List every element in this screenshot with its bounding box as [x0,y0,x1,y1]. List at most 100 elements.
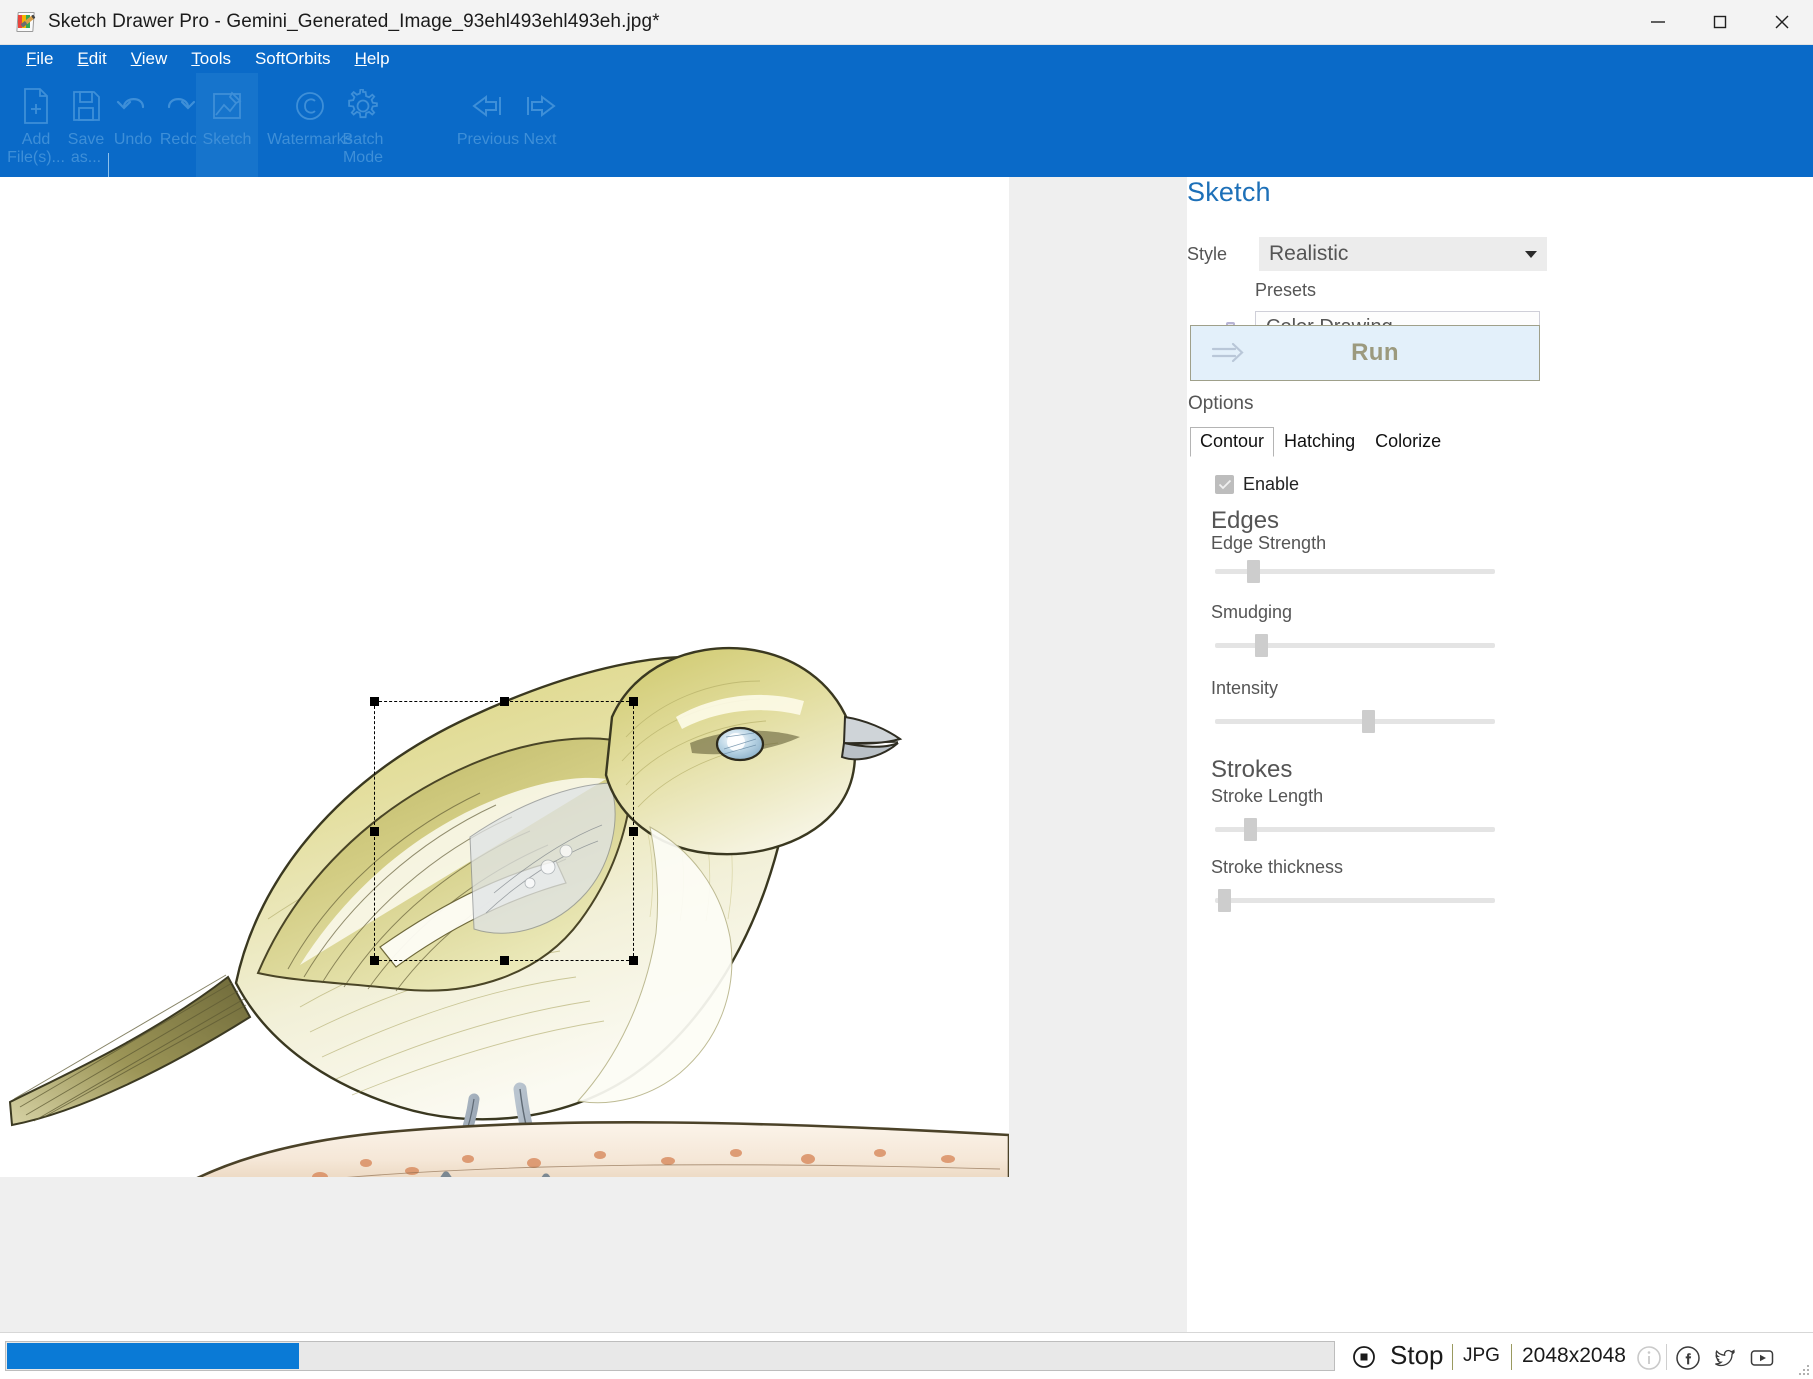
selection-handle-nw[interactable] [370,697,379,706]
window-controls [1627,0,1813,45]
tab-contour[interactable]: Contour [1190,427,1275,457]
slider-stroke-thickness[interactable] [1215,887,1495,913]
add-file-icon [20,83,52,129]
selection-handle-sw[interactable] [370,956,379,965]
menu-item-tools[interactable]: Tools [179,47,243,71]
resize-grip-icon[interactable] [1798,1364,1810,1376]
slider-track [1215,827,1495,832]
enable-checkbox-row[interactable]: Enable [1215,474,1299,495]
save-icon [70,83,102,129]
label-smudging: Smudging [1211,602,1293,622]
toolbar-label-redo: Redo [159,131,199,148]
slider-stroke-length[interactable] [1215,816,1495,842]
panel-title: Sketch [1187,177,1271,207]
info-icon[interactable] [1636,1345,1662,1371]
minimize-icon[interactable] [1627,0,1689,45]
toolbar-button-batch-mode[interactable]: Batch Mode [332,73,394,177]
check-icon [1218,479,1231,490]
toolbar-button-next[interactable]: Next [510,73,570,177]
stop-button-label[interactable]: Stop [1390,1340,1444,1371]
sketch-settings-panel: Sketch Style Realistic Presets Color Dra… [1187,177,1813,1332]
toolbar-button-sketch[interactable]: Sketch [196,73,258,177]
main-toolbar: Add File(s)... Save as... Undo Redo Sket… [0,73,1813,177]
window-title: Sketch Drawer Pro - Gemini_Generated_Ima… [48,11,660,32]
label-edge-strength: Edge Strength [1211,533,1327,553]
run-label: Run [1351,339,1399,366]
redo-icon [161,83,197,129]
sketch-icon [210,83,244,129]
slider-thumb[interactable] [1218,889,1231,912]
slider-intensity[interactable] [1215,708,1495,734]
facebook-icon[interactable] [1675,1345,1701,1371]
statusbar: Stop JPG 2048x2048 [0,1332,1813,1379]
tab-hatching[interactable]: Hatching [1274,427,1365,457]
window-titlebar: Sketch Drawer Pro - Gemini_Generated_Ima… [0,0,1813,45]
statusbar-divider-1 [1452,1344,1453,1370]
slider-track [1215,898,1495,903]
style-select[interactable]: Realistic [1259,237,1547,271]
options-tabs: Contour Hatching Colorize [1190,427,1451,457]
selection-handle-w[interactable] [370,827,379,836]
enable-checkbox[interactable] [1215,475,1234,494]
toolbar-label-next: Next [523,131,557,148]
twitter-icon[interactable] [1712,1345,1738,1371]
image-page[interactable] [0,177,1009,1177]
statusbar-divider-3 [1666,1344,1667,1370]
presets-label: Presets [1255,280,1317,300]
progress-bar-fill [7,1343,299,1369]
youtube-icon[interactable] [1749,1345,1775,1371]
style-value: Realistic [1269,242,1349,265]
slider-smudging[interactable] [1215,632,1495,658]
sketch-artwork [8,646,1009,1177]
section-heading-edges: Edges [1211,507,1280,534]
section-heading-strokes: Strokes [1211,756,1293,783]
toolbar-label-sketch: Sketch [202,131,252,148]
stop-record-icon[interactable] [1352,1345,1376,1369]
image-dimensions-label: 2048x2048 [1522,1344,1626,1367]
menu-item-file[interactable]: File [14,47,65,71]
slider-thumb[interactable] [1247,560,1260,583]
arrow-right-icon [522,83,558,129]
menu-item-view[interactable]: View [119,47,180,71]
selection-handle-s[interactable] [500,956,509,965]
gear-icon [346,83,380,129]
image-canvas-area[interactable] [0,177,1163,1332]
slider-track [1215,719,1495,724]
selection-handle-ne[interactable] [629,697,638,706]
slider-thumb[interactable] [1244,818,1257,841]
toolbar-label-undo: Undo [113,131,153,148]
selection-handle-se[interactable] [629,956,638,965]
style-row: Style Realistic [1187,237,1813,271]
run-arrow-icon [1211,342,1244,363]
slider-thumb[interactable] [1362,710,1375,733]
toolbar-label-save-as: Save as... [67,131,105,166]
selection-handle-e[interactable] [629,827,638,836]
selection-rectangle[interactable] [370,697,638,965]
toolbar-label-batch-mode: Batch Mode [342,131,384,166]
label-stroke-length: Stroke Length [1211,786,1324,806]
statusbar-divider-2 [1511,1344,1512,1370]
branch [196,1120,1009,1177]
app-logo-icon [14,11,36,33]
style-label: Style [1187,243,1228,264]
arrow-left-icon [470,83,506,129]
run-button[interactable]: Run [1190,325,1540,381]
label-intensity: Intensity [1211,678,1279,698]
close-icon[interactable] [1751,0,1813,45]
bird-beak-upper [842,715,903,745]
canvas-gutter [1163,177,1187,1332]
bird-beak-lower [840,741,899,761]
tab-colorize[interactable]: Colorize [1365,427,1451,457]
slider-thumb[interactable] [1255,634,1268,657]
selection-handle-n[interactable] [500,697,509,706]
menubar: File Edit View Tools SoftOrbits Help [0,45,1813,73]
menu-item-softorbits[interactable]: SoftOrbits [243,47,343,71]
maximize-icon[interactable] [1689,0,1751,45]
slider-edge-strength[interactable] [1215,558,1495,584]
file-format-label: JPG [1463,1345,1500,1366]
label-stroke-thickness: Stroke thickness [1211,857,1344,877]
undo-icon [115,83,151,129]
menu-item-help[interactable]: Help [343,47,402,71]
menu-item-edit[interactable]: Edit [65,47,118,71]
progress-bar [5,1341,1335,1371]
